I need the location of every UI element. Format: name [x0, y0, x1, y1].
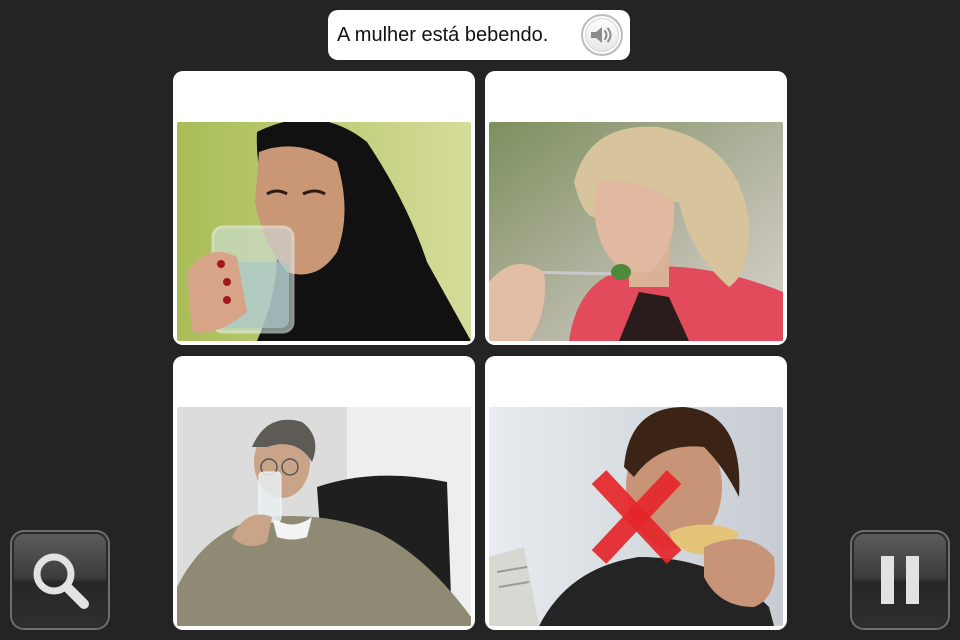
answer-card-woman-drinking[interactable] [173, 71, 475, 345]
prompt-bubble: A mulher está bebendo. [328, 10, 630, 60]
photo-man-drinking [177, 407, 471, 626]
pause-button[interactable] [850, 530, 950, 630]
answer-card-man-drinking[interactable] [173, 356, 475, 630]
zoom-button[interactable] [10, 530, 110, 630]
pause-icon [881, 556, 919, 604]
magnifier-icon [33, 553, 89, 609]
photo-woman-eating [489, 122, 783, 341]
play-audio-button[interactable] [581, 14, 623, 56]
answer-card-man-eating[interactable] [485, 356, 787, 630]
photo-woman-drinking [177, 122, 471, 341]
speaker-icon [591, 27, 612, 43]
photo-man-eating [489, 407, 783, 626]
prompt-text: A mulher está bebendo. [337, 24, 549, 46]
answer-card-woman-eating[interactable] [485, 71, 787, 345]
